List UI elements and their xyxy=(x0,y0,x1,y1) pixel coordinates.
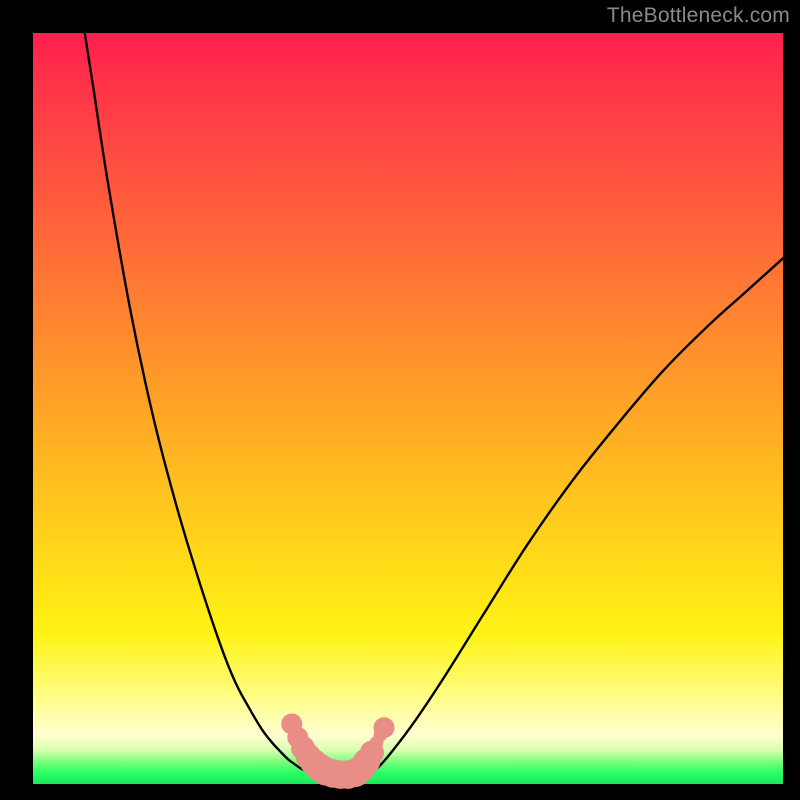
marker-dot xyxy=(374,728,388,742)
curve-right-branch xyxy=(367,258,783,774)
chart-frame: TheBottleneck.com xyxy=(0,0,800,800)
chart-svg xyxy=(33,33,783,784)
valley-markers xyxy=(281,713,394,788)
watermark-text: TheBottleneck.com xyxy=(607,4,790,28)
plot-area xyxy=(33,33,783,784)
curve-left-branch xyxy=(85,33,317,774)
